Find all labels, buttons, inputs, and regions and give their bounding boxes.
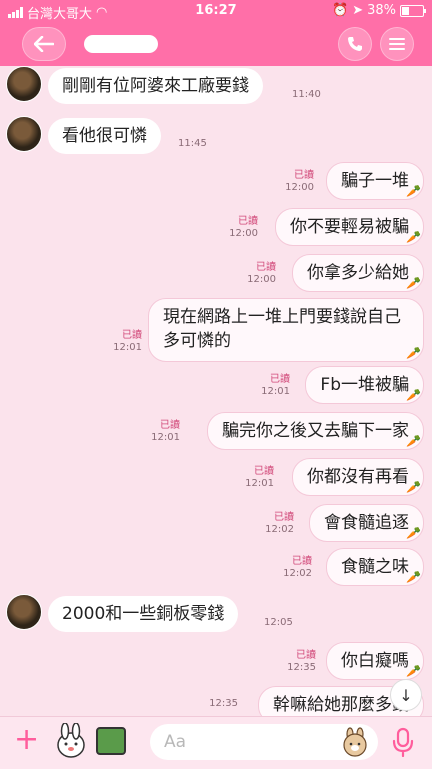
back-arrow-icon: [34, 36, 54, 52]
carrot-sticker-icon: 🥕: [406, 184, 421, 198]
message-bubble[interactable]: 食髓之味 🥕: [326, 548, 424, 586]
status-bar: 台灣大哥大 ◠ 16:27 ⏰ ➤ 38%: [0, 0, 432, 22]
carrot-sticker-icon: 🥕: [406, 570, 421, 584]
message-bubble[interactable]: 騙子一堆 🥕: [326, 162, 424, 200]
message-time: 11:45: [178, 138, 207, 149]
message-bubble[interactable]: 現在網路上一堆上門要錢說自己多可憐的 🥕: [148, 298, 424, 362]
plus-icon[interactable]: +: [14, 725, 39, 755]
message-time: 12:05: [264, 617, 293, 628]
carrot-sticker-icon: 🥕: [406, 346, 421, 360]
contact-name-redacted: [84, 35, 158, 53]
back-button[interactable]: [22, 27, 66, 61]
location-icon: ➤: [352, 3, 364, 18]
message-meta: 已讀 12:00: [285, 170, 314, 193]
carrot-sticker-icon: 🥕: [406, 276, 421, 290]
call-button[interactable]: [338, 27, 372, 61]
message-bubble[interactable]: 你不要輕易被騙 🥕: [275, 208, 424, 246]
frog-sticker-icon[interactable]: [96, 727, 126, 755]
message-bubble[interactable]: 你都沒有再看 🥕: [292, 458, 424, 496]
message-meta: 12:35: [209, 698, 238, 709]
message-bubble[interactable]: 騙完你之後又去騙下一家 🥕: [207, 412, 424, 450]
sticker-icon[interactable]: [54, 723, 88, 759]
menu-icon: [389, 38, 405, 50]
battery-icon: [400, 4, 426, 17]
message-bubble[interactable]: 會食髓追逐 🥕: [309, 504, 424, 542]
message-meta: 已讀 12:01: [151, 420, 180, 443]
battery-percent: 38%: [367, 3, 396, 18]
carrot-sticker-icon: 🥕: [406, 388, 421, 402]
message-bubble[interactable]: 看他很可憐: [48, 118, 161, 154]
message-meta: 已讀 12:01: [261, 374, 290, 397]
message-meta: 已讀 12:00: [229, 216, 258, 239]
message-meta: 已讀 12:01: [245, 466, 274, 489]
menu-button[interactable]: [380, 27, 414, 61]
message-time: 11:40: [292, 89, 321, 100]
phone-icon: [348, 37, 362, 51]
message-bubble[interactable]: 你拿多少給她 🥕: [292, 254, 424, 292]
carrot-sticker-icon: 🥕: [406, 480, 421, 494]
message-meta: 已讀 12:35: [287, 650, 316, 673]
carrot-sticker-icon: 🥕: [406, 434, 421, 448]
chat-log[interactable]: 剛剛有位阿婆來工廠要錢 11:40 看他很可憐 11:45 已讀 12:00 騙…: [0, 66, 432, 716]
avatar[interactable]: [6, 66, 42, 102]
chat-header: [0, 22, 432, 66]
carrot-sticker-icon: 🥕: [406, 526, 421, 540]
message-meta: 已讀 12:02: [265, 512, 294, 535]
input-bar: + Aa: [0, 716, 432, 769]
emoji-icon[interactable]: [340, 727, 370, 757]
scroll-to-bottom-button[interactable]: ↓: [390, 679, 422, 711]
avatar[interactable]: [6, 116, 42, 152]
message-bubble[interactable]: 2000和一些銅板零錢: [48, 596, 239, 632]
avatar[interactable]: [6, 594, 42, 630]
microphone-icon[interactable]: [392, 727, 414, 757]
message-bubble[interactable]: Fb一堆被騙 🥕: [305, 366, 424, 404]
carrot-sticker-icon: 🥕: [406, 230, 421, 244]
alarm-icon: ⏰: [332, 3, 349, 18]
message-meta: 已讀 12:00: [247, 262, 276, 285]
message-meta: 已讀 12:01: [113, 330, 142, 353]
arrow-down-icon: ↓: [399, 685, 413, 705]
message-meta: 已讀 12:02: [283, 556, 312, 579]
message-bubble[interactable]: 剛剛有位阿婆來工廠要錢: [48, 68, 263, 104]
message-bubble[interactable]: 你白癡嗎 🥕: [326, 642, 424, 680]
